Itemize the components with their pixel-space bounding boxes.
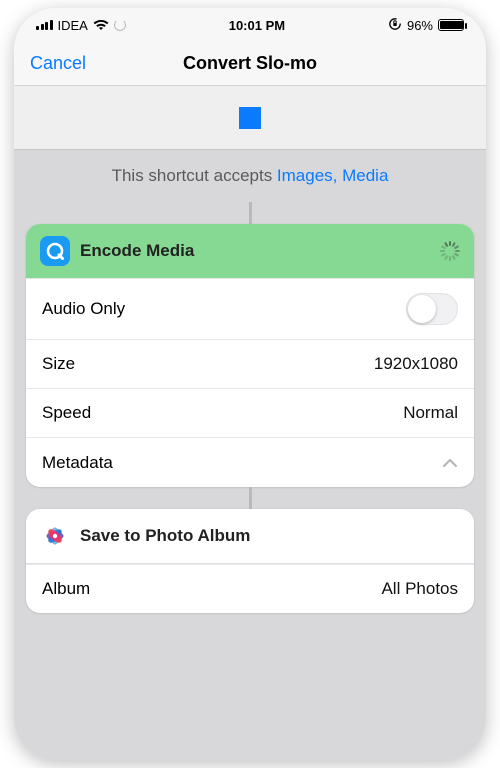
status-time: 10:01 PM (229, 18, 285, 33)
stop-button[interactable] (239, 107, 261, 129)
chevron-up-icon (442, 452, 458, 473)
action-card-encode-media: Encode Media Audio Only (26, 224, 474, 487)
action-card-save-photo-album: Save to Photo Album Album All Photos (26, 509, 474, 613)
action-title: Encode Media (80, 241, 194, 261)
battery-percent: 96% (407, 18, 433, 33)
accepts-prefix: This shortcut accepts (112, 166, 277, 185)
wifi-icon (93, 19, 109, 31)
row-label: Audio Only (42, 299, 125, 319)
action-header-save-photo-album[interactable]: Save to Photo Album (26, 509, 474, 564)
row-value: All Photos (381, 579, 458, 599)
audio-only-toggle[interactable] (406, 293, 458, 325)
accepts-banner: This shortcut accepts Images, Media (14, 150, 486, 202)
flow-connector (249, 487, 252, 509)
quicktime-icon (40, 236, 70, 266)
rotation-lock-icon (388, 17, 402, 34)
photos-icon (40, 521, 70, 551)
battery-icon (438, 19, 464, 31)
carrier-label: IDEA (58, 18, 88, 33)
cellular-signal-icon (36, 20, 53, 30)
loading-spinner-icon (114, 19, 126, 31)
row-metadata[interactable]: Metadata (26, 437, 474, 487)
row-label: Size (42, 354, 75, 374)
cancel-button[interactable]: Cancel (30, 53, 86, 74)
row-audio-only: Audio Only (26, 278, 474, 339)
stop-run-row (14, 86, 486, 150)
accepts-types[interactable]: Images, Media (277, 166, 389, 185)
row-value: Normal (403, 403, 458, 423)
status-bar: IDEA 10:01 PM 96% (14, 8, 486, 42)
navigation-bar: Cancel Convert Slo-mo (14, 42, 486, 86)
activity-spinner-icon (440, 241, 460, 261)
row-label: Speed (42, 403, 91, 423)
row-label: Metadata (42, 453, 113, 473)
row-value: 1920x1080 (374, 354, 458, 374)
action-title: Save to Photo Album (80, 526, 250, 546)
row-speed[interactable]: Speed Normal (26, 388, 474, 437)
row-album[interactable]: Album All Photos (26, 564, 474, 613)
action-header-encode-media[interactable]: Encode Media (26, 224, 474, 278)
row-size[interactable]: Size 1920x1080 (26, 339, 474, 388)
flow-connector (249, 202, 252, 224)
row-label: Album (42, 579, 90, 599)
